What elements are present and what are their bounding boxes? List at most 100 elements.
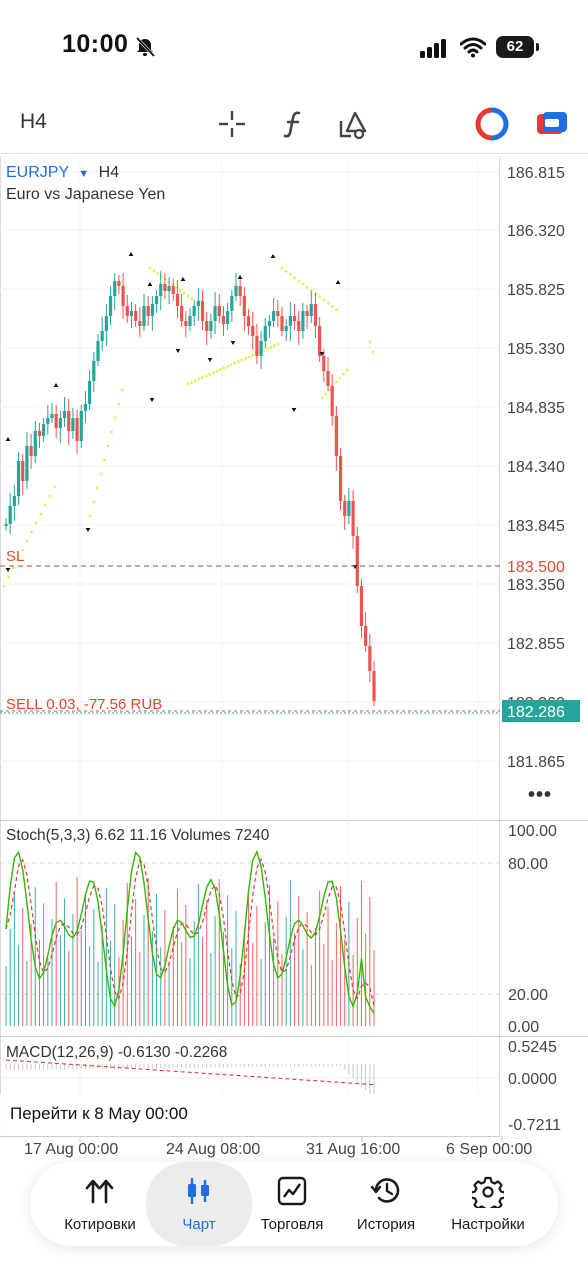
- price-axis-label: 182.855: [507, 636, 565, 653]
- candle-body: [255, 336, 259, 356]
- candle-body: [25, 446, 29, 481]
- objects-icon[interactable]: [336, 106, 372, 142]
- candle-body: [338, 456, 343, 501]
- stoch-axis-label: 100.00: [508, 823, 557, 840]
- candle-body: [368, 646, 372, 671]
- candle-body: [297, 321, 301, 331]
- sar-dot: [148, 266, 152, 270]
- sar-dot: [197, 377, 201, 381]
- candle-body: [129, 311, 134, 316]
- candle-body: [309, 304, 313, 316]
- goto-date-label: Перейти к 8 May 00:00: [10, 1104, 188, 1123]
- sar-dot: [106, 444, 110, 448]
- candle-body: [42, 424, 46, 436]
- price-axis: 186.815 186.320 185.825 185.330 184.835 184.3…: [507, 165, 565, 771]
- candle-body: [251, 326, 255, 336]
- fractal-down: [149, 398, 155, 402]
- sar-dot: [301, 282, 305, 286]
- candle-body: [88, 381, 92, 404]
- candle-body: [159, 284, 163, 296]
- crosshair-icon[interactable]: [214, 106, 250, 142]
- fractal-down: [207, 358, 213, 362]
- chart-timeframe: H4: [99, 164, 120, 181]
- sar-dot: [190, 297, 194, 301]
- fractal-up: [180, 277, 186, 281]
- sar-dot: [265, 347, 269, 351]
- candle-body: [334, 416, 338, 456]
- nav-chart[interactable]: Чарт: [146, 1162, 252, 1246]
- symbol-name[interactable]: EURJPY: [6, 164, 69, 181]
- sar-dot: [182, 291, 186, 295]
- sar-dot: [215, 369, 219, 373]
- candle-body: [359, 586, 364, 626]
- sar-dot: [190, 381, 194, 384]
- sar-dot: [293, 276, 296, 279]
- quotes-icon: [85, 1179, 114, 1204]
- sar-dot: [92, 500, 95, 504]
- candle-body: [58, 418, 62, 428]
- history-icon: [370, 1178, 400, 1203]
- candle-body: [113, 281, 117, 296]
- candle-body: [142, 306, 146, 326]
- stoch-axis-label: 0.00: [508, 1019, 539, 1036]
- stoch-axis: 100.00 80.00 20.00 0.00: [508, 823, 557, 1036]
- candle-body: [71, 418, 75, 431]
- candle-body: [46, 418, 50, 424]
- trade-toggle-icon[interactable]: [534, 106, 570, 142]
- stoch-axis-label: 20.00: [508, 987, 548, 1004]
- candle-body: [21, 461, 25, 481]
- candle-body: [263, 326, 267, 341]
- nav-history-label: История: [356, 1216, 416, 1233]
- price-axis-label: 181.865: [507, 754, 565, 771]
- chart-area[interactable]: SL 186.815 186.320 185.825 185.330 184.835 18…: [0, 156, 588, 1160]
- fractal-up: [5, 437, 11, 441]
- candle-body: [108, 296, 113, 316]
- time-axis-label: 24 Aug 08:00: [166, 1141, 260, 1158]
- sar-dot: [342, 372, 345, 376]
- time-axis-label: 6 Sep 00:00: [446, 1141, 532, 1158]
- candle-body: [117, 281, 121, 286]
- sar-dot: [331, 305, 334, 308]
- nav-settings[interactable]: Настройки: [436, 1162, 540, 1246]
- candles: [4, 271, 376, 706]
- nav-settings-label: Настройки: [451, 1216, 525, 1233]
- status-bar: 10:00 62: [0, 0, 588, 96]
- candle-body: [234, 286, 238, 296]
- chart-canvas[interactable]: SL 186.815186.320185.825185.330184.83518…: [0, 156, 588, 1160]
- sar-dot: [2, 584, 6, 588]
- nav-quotes-label: Котировки: [64, 1216, 136, 1233]
- indicators-icon[interactable]: [276, 106, 312, 142]
- timeframe-button[interactable]: H4: [20, 110, 47, 134]
- nav-quotes[interactable]: Котировки: [50, 1162, 150, 1246]
- sar-dot: [326, 301, 330, 305]
- sar-dot: [335, 308, 338, 311]
- chart-toolbar: H4: [0, 96, 588, 154]
- more-options-icon[interactable]: •••: [528, 784, 552, 807]
- goto-date-button[interactable]: Перейти к 8 May 00:00: [0, 1094, 498, 1136]
- nav-history[interactable]: История: [336, 1162, 436, 1246]
- sar-dot: [273, 344, 276, 347]
- candle-body: [33, 431, 37, 456]
- sar-dot: [244, 357, 248, 360]
- sar-dot: [211, 371, 215, 375]
- nav-trade[interactable]: Торговля: [242, 1162, 342, 1246]
- sar-dot: [229, 363, 233, 367]
- bottom-navigation: Котировки Чарт Торговля История Настройк…: [30, 1162, 558, 1246]
- time-axis-label: 17 Aug 00:00: [24, 1141, 118, 1158]
- sar-dot: [99, 472, 103, 476]
- sar-dot: [11, 566, 15, 570]
- one-click-trading-icon[interactable]: [474, 106, 510, 142]
- macd-axis-label: 0.0000: [508, 1071, 557, 1088]
- position-label[interactable]: SELL 0.03, -77.56 RUB: [6, 696, 162, 713]
- price-axis-label: 186.320: [507, 223, 565, 240]
- grid-layer: [0, 156, 500, 1136]
- sar-dot: [201, 376, 204, 379]
- parabolic-sar: [2, 266, 375, 588]
- sar-dot: [276, 342, 280, 346]
- symbol-dropdown-icon[interactable]: ▼: [78, 168, 89, 180]
- candle-body: [188, 316, 192, 326]
- candle-body: [163, 284, 167, 291]
- fractal-down: [175, 349, 181, 353]
- candle-body: [364, 626, 368, 646]
- candle-body: [280, 316, 284, 331]
